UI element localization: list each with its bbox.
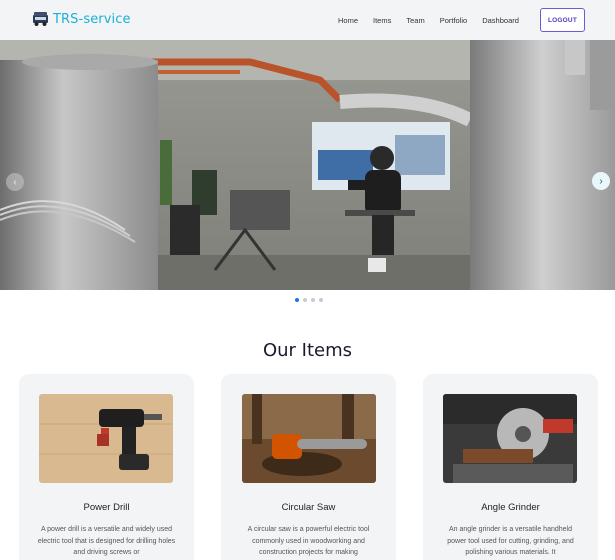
item-card-description: An angle grinder is a versatile handheld… <box>447 526 574 556</box>
carousel-indicators <box>295 298 327 302</box>
nav-link-dashboard[interactable]: Dashboard <box>482 16 519 25</box>
carousel-next-button[interactable]: › <box>592 172 610 190</box>
logout-button[interactable]: LOGOUT <box>540 8 585 32</box>
item-card-description: A circular saw is a powerful electric to… <box>247 526 370 556</box>
nav-link-items[interactable]: Items <box>373 16 391 25</box>
item-card-circular-saw[interactable]: Circular Saw A circular saw is a powerfu… <box>221 374 396 560</box>
nav-links: Home Items Team Portfolio Dashboard <box>338 0 531 40</box>
carousel-dot-3[interactable] <box>311 298 315 302</box>
navbar: TRS-service Home Items Team Portfolio Da… <box>0 0 615 40</box>
hero-image-welder-workshop <box>0 40 615 290</box>
item-card-title: Angle Grinder <box>481 502 540 513</box>
carousel-dot-4[interactable] <box>319 298 323 302</box>
chevron-left-icon: ‹ <box>13 176 17 188</box>
brand-name: TRS-service <box>53 11 131 27</box>
item-card-power-drill[interactable]: Power Drill A power drill is a versatile… <box>19 374 194 560</box>
nav-link-portfolio[interactable]: Portfolio <box>440 16 468 25</box>
item-card-description: A power drill is a versatile and widely … <box>37 526 176 556</box>
nav-link-home[interactable]: Home <box>338 16 358 25</box>
carousel-dot-2[interactable] <box>303 298 307 302</box>
brand[interactable]: TRS-service <box>32 11 131 27</box>
carousel-dot-1[interactable] <box>295 298 299 302</box>
power-drill-image <box>39 394 173 483</box>
hero-carousel: ‹ › <box>0 40 615 290</box>
item-card-title: Power Drill <box>83 502 130 513</box>
item-card-title: Circular Saw <box>281 502 336 513</box>
carousel-prev-button[interactable]: ‹ <box>6 173 24 191</box>
chevron-right-icon: › <box>599 175 603 187</box>
circular-saw-image <box>242 394 376 483</box>
nav-link-team[interactable]: Team <box>406 16 424 25</box>
section-title: Our Items <box>262 340 353 361</box>
truck-logo-icon <box>33 12 48 26</box>
item-card-angle-grinder[interactable]: Angle Grinder An angle grinder is a vers… <box>423 374 598 560</box>
angle-grinder-image <box>443 394 577 483</box>
